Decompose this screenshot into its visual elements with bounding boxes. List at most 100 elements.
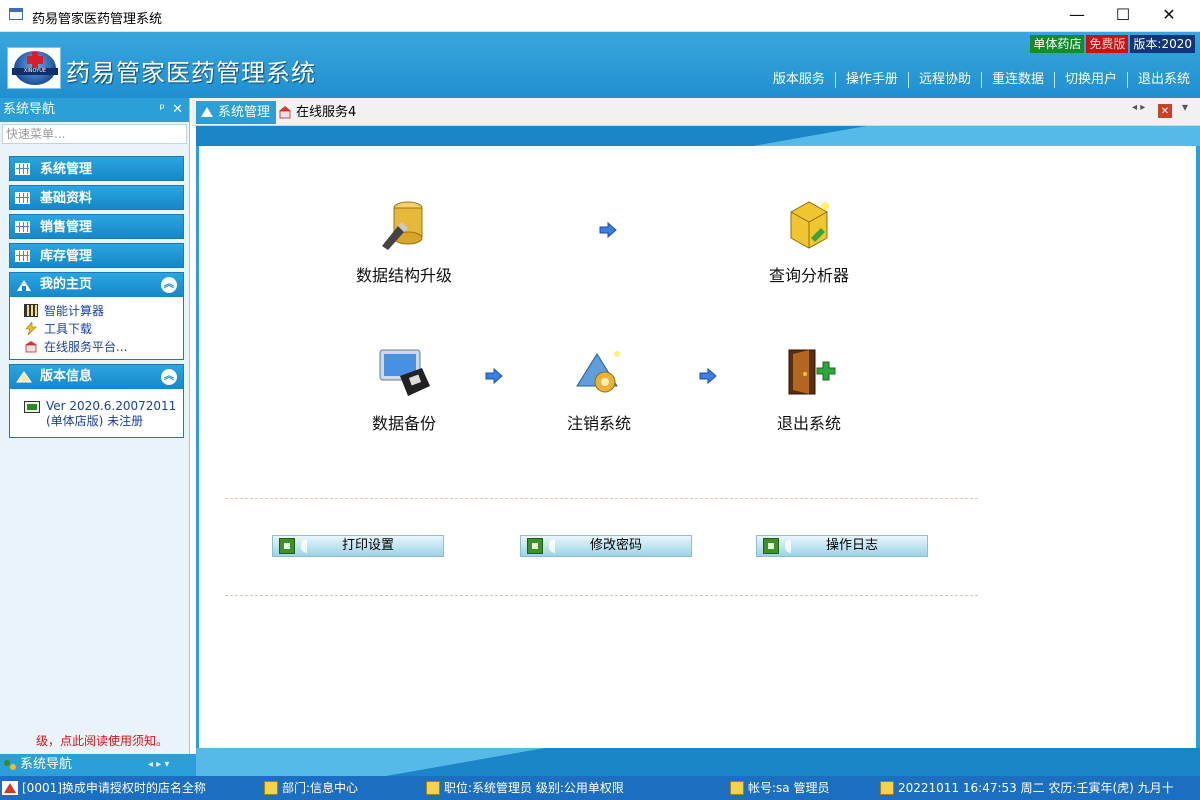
version-panel-header[interactable]: 版本信息 ︽ [10, 365, 183, 389]
link-online-service[interactable]: 在线服务平台... [24, 337, 177, 355]
exit-door-icon [788, 349, 836, 395]
home-panel-icon [17, 280, 31, 291]
table-icon [15, 192, 30, 204]
pin-icon[interactable]: ᵖ [159, 98, 165, 122]
minimize-button[interactable]: — [1054, 0, 1100, 32]
link-label: 智能计算器 [44, 303, 105, 318]
edition-badges: 单体药店 免费版 版本:2020 [1028, 35, 1195, 53]
menu-remote-assist[interactable]: 远程协助 [907, 72, 981, 88]
divider-bottom [225, 595, 978, 596]
home-panel: 我的主页 ︽ 智能计算器 工具下载 在线服务平台... [9, 272, 184, 360]
department-text: 部门:信息中心 [282, 781, 359, 795]
collapse-icon[interactable]: ︽ [161, 369, 177, 385]
tab-system-management[interactable]: 系统管理 [196, 101, 277, 124]
function-label: 查询分析器 [768, 266, 849, 285]
function-label: 数据结构升级 [355, 266, 452, 285]
system-management-panel: 数据结构升级 查询分析器 数据备份 注销系统 退出系统 打印设置 修改密码 操作… [199, 146, 1196, 748]
function-label: 注销系统 [566, 414, 631, 433]
exit-system-function[interactable]: 退出系统 [749, 346, 869, 434]
account-text: 帐号:sa 管理员 [748, 781, 830, 795]
app-window-icon [9, 8, 23, 20]
sidebar-footer-label: 系统导航 [20, 757, 73, 772]
app-header: XINOYUE 药易管家医药管理系统 单体药店 免费版 版本:2020 版本服务… [0, 32, 1200, 98]
collapse-icon[interactable]: ︽ [161, 277, 177, 293]
version-badge: 版本:2020 [1130, 35, 1195, 53]
query-analyzer-function[interactable]: 查询分析器 [744, 198, 874, 286]
navigation-sidebar: 系统导航 ᵖ ✕ 快速菜单... 系统管理 基础资料 销售管理 库存管理 我的主… [0, 98, 190, 776]
close-icon[interactable]: ✕ [172, 98, 183, 122]
logout-system-function[interactable]: 注销系统 [539, 346, 659, 434]
position-icon [426, 781, 440, 795]
logo-text: XINOYUE [12, 68, 58, 75]
button-label: 打印设置 [341, 538, 394, 553]
change-password-button[interactable]: 修改密码 [520, 535, 692, 557]
button-label: 操作日志 [825, 538, 878, 553]
top-menu: 版本服务 操作手册 远程协助 重连数据 切换用户 退出系统 [763, 72, 1200, 88]
link-label: 工具下载 [44, 321, 93, 336]
function-label: 退出系统 [776, 414, 841, 433]
sidebar-item-basic-data[interactable]: 基础资料 [9, 185, 184, 210]
document-tab-bar: 系统管理 在线服务4 ◂ ▸ ✕ ▾ [192, 98, 1200, 126]
position-text: 职位:系统管理员 级别:公用单权限 [444, 781, 624, 795]
divider-top [225, 498, 978, 499]
sidebar-item-label: 系统管理 [40, 162, 93, 177]
window-title: 药易管家医药管理系统 [32, 12, 163, 27]
link-tool-download[interactable]: 工具下载 [24, 319, 177, 337]
tab-online-service[interactable]: 在线服务4 [274, 101, 362, 124]
status-account: 帐号:sa 管理员 [730, 776, 829, 800]
tab-scroll-arrows[interactable]: ◂ ▸ [1132, 102, 1145, 113]
store-name: [0001]换成申请授权时的店名全称 [22, 781, 206, 795]
maximize-button[interactable]: ☐ [1100, 0, 1146, 32]
sidebar-title: 系统导航 [3, 102, 56, 117]
link-smart-calculator[interactable]: 智能计算器 [24, 301, 177, 319]
arrow-right-icon [599, 222, 617, 238]
tab-label: 在线服务4 [296, 105, 357, 120]
sidebar-item-system-management[interactable]: 系统管理 [9, 156, 184, 181]
table-icon [15, 221, 30, 233]
data-backup-function[interactable]: 数据备份 [339, 346, 469, 434]
function-label: 数据备份 [371, 414, 436, 433]
app-logo: XINOYUE [7, 47, 61, 89]
status-store: [0001]换成申请授权时的店名全称 [2, 776, 206, 800]
usage-notice-link[interactable]: 级，点此阅读使用须知。 [36, 732, 168, 749]
table-icon [15, 250, 30, 262]
sidebar-item-label: 销售管理 [40, 220, 93, 235]
lightning-icon [25, 321, 37, 335]
menu-switch-user[interactable]: 切换用户 [1053, 72, 1127, 88]
tab-close-button[interactable]: ✕ [1158, 104, 1172, 118]
menu-manual[interactable]: 操作手册 [834, 72, 908, 88]
info-icon [16, 371, 32, 383]
print-settings-button[interactable]: 打印设置 [272, 535, 444, 557]
tab-list-dropdown[interactable]: ▾ [1182, 100, 1188, 114]
quick-menu-search-input[interactable]: 快速菜单... [2, 124, 187, 144]
calculator-icon [24, 303, 38, 317]
home-panel-header[interactable]: 我的主页 ︽ [10, 273, 183, 297]
sidebar-footer-controls[interactable]: ◂ ▸ ▾ [148, 754, 169, 776]
edition-badge: 单体药店 [1030, 35, 1085, 53]
sidebar-item-sales-management[interactable]: 销售管理 [9, 214, 184, 239]
status-bar: [0001]换成申请授权时的店名全称 部门:信息中心 职位:系统管理员 级别:公… [0, 776, 1200, 800]
main-workspace: 数据结构升级 查询分析器 数据备份 注销系统 退出系统 打印设置 修改密码 操作… [196, 126, 1200, 776]
data-structure-upgrade-function[interactable]: 数据结构升级 [329, 198, 479, 286]
sidebar-footer-tab[interactable]: 系统导航 ◂ ▸ ▾ [0, 754, 196, 776]
store-icon [2, 781, 18, 795]
department-icon [264, 781, 278, 795]
link-label: 在线服务平台... [44, 339, 128, 354]
arrow-right-icon [485, 368, 503, 384]
workspace-bottom-banner [196, 748, 1200, 776]
menu-exit-system[interactable]: 退出系统 [1126, 72, 1200, 88]
operation-log-button[interactable]: 操作日志 [756, 535, 928, 557]
workspace-top-banner [196, 126, 1200, 146]
version-panel-title: 版本信息 [40, 369, 93, 384]
button-label: 修改密码 [589, 538, 642, 553]
clock-icon [880, 781, 894, 795]
version-panel: 版本信息 ︽ Ver 2020.6.20072011 (单体店版) 未注册 [9, 364, 184, 438]
close-window-button[interactable]: ✕ [1146, 0, 1192, 32]
menu-reconnect-data[interactable]: 重连数据 [980, 72, 1054, 88]
kiosk-icon [25, 340, 37, 352]
status-position: 职位:系统管理员 级别:公用单权限 [426, 776, 624, 800]
account-icon [730, 781, 744, 795]
settings-icon [527, 538, 543, 554]
menu-version-service[interactable]: 版本服务 [763, 72, 835, 88]
sidebar-item-inventory-management[interactable]: 库存管理 [9, 243, 184, 268]
